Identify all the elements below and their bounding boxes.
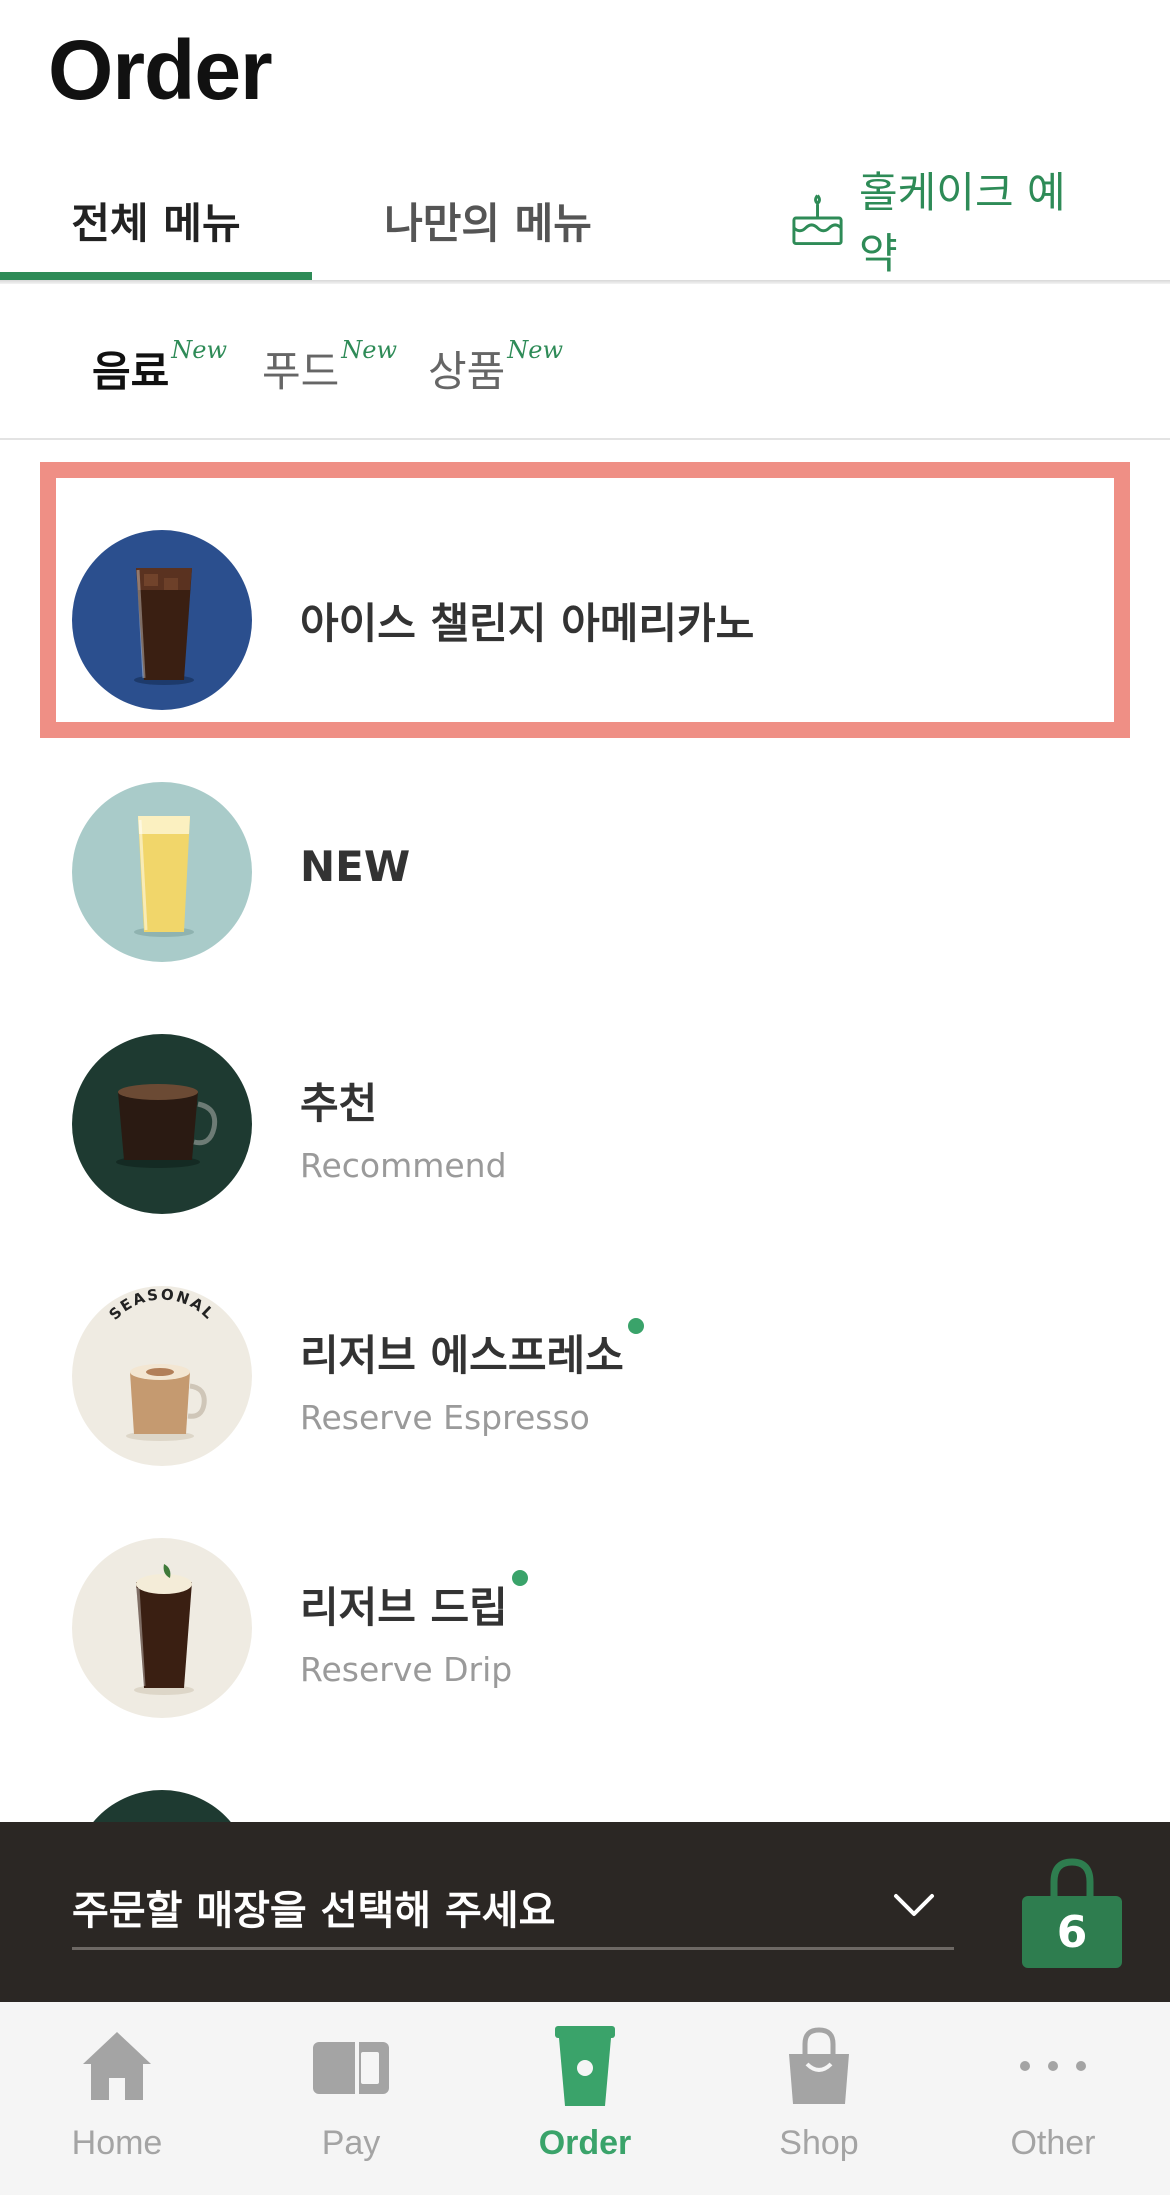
nav-label: Other	[1010, 2124, 1096, 2162]
category-label: 음료	[92, 347, 170, 396]
cup-icon	[555, 2026, 615, 2106]
reserve-espresso-thumbnail: SEASONAL	[72, 1286, 252, 1466]
nav-label: Shop	[779, 2124, 859, 2162]
new-dot	[627, 1318, 644, 1334]
menu-item-title: 리저브 에스프레소	[300, 1318, 644, 1383]
store-select-label: 주문할 매장을 선택해 주세요	[72, 1888, 556, 1934]
category-label: 상품	[428, 347, 506, 396]
page-title: Order	[48, 23, 273, 117]
nav-label: Pay	[321, 2124, 381, 2162]
category-tabs: 음료 New 푸드 New 상품 New	[0, 330, 1170, 430]
category-tab-goods[interactable]: 상품 New	[428, 330, 563, 410]
menu-item-title-text: 리저브 드립	[300, 1583, 508, 1632]
card-icon	[313, 2042, 389, 2094]
home-icon	[83, 2032, 151, 2100]
nav-order[interactable]: Order	[468, 2016, 702, 2186]
menu-item-subtitle: Reserve Drip	[300, 1650, 513, 1689]
new-badge: New	[341, 336, 398, 364]
top-tabs: 전체 메뉴 나만의 메뉴 홀케이크 예약	[0, 160, 1170, 282]
nav-shop[interactable]: Shop	[702, 2016, 936, 2186]
nav-other[interactable]: Other	[936, 2016, 1170, 2186]
store-select-dropdown[interactable]: 주문할 매장을 선택해 주세요	[72, 1878, 954, 1950]
new-dot	[511, 1570, 528, 1586]
cake-icon	[792, 194, 843, 246]
category-tab-drink[interactable]: 음료 New	[92, 330, 227, 410]
cart-count: 6	[1056, 1906, 1088, 1958]
seasonal-badge: SEASONAL	[105, 1286, 216, 1324]
tabs-divider	[0, 280, 1170, 284]
menu-item-title-text: 리저브 에스프레소	[300, 1331, 624, 1380]
menu-item-new[interactable]: NEW	[0, 746, 1170, 998]
category-label: 푸드	[262, 347, 340, 396]
tab-my-menu[interactable]: 나만의 메뉴	[340, 180, 636, 260]
svg-text:SEASONAL: SEASONAL	[105, 1286, 218, 1324]
menu-item-subtitle: Reserve Espresso	[300, 1398, 590, 1437]
active-tab-indicator	[0, 272, 312, 280]
reserve-drip-thumbnail	[72, 1538, 252, 1718]
nav-pay[interactable]: Pay	[234, 2016, 468, 2186]
menu-item-subtitle: Recommend	[300, 1146, 507, 1185]
store-select-bar: 주문할 매장을 선택해 주세요 6	[0, 1822, 1170, 2002]
bottom-nav: Home Pay Order Shop Other	[0, 2002, 1170, 2195]
menu-item-reserve-espresso[interactable]: SEASONAL 리저브 에스프레소 Reserve Espresso	[0, 1250, 1170, 1502]
nav-label: Home	[71, 2124, 163, 2162]
menu-item-title: 리저브 드립	[300, 1570, 528, 1635]
tab-all-menu[interactable]: 전체 메뉴	[0, 180, 312, 260]
cake-tab-label: 홀케이크 예약	[859, 168, 1066, 278]
category-tab-food[interactable]: 푸드 New	[262, 330, 397, 410]
menu-item-title: NEW	[300, 842, 411, 891]
category-divider	[0, 438, 1170, 440]
new-badge: New	[507, 336, 564, 364]
cart-button[interactable]: 6	[1022, 1852, 1122, 1972]
menu-item-recommend[interactable]: 추천 Recommend	[0, 998, 1170, 1250]
menu-item-reserve-drip[interactable]: 리저브 드립 Reserve Drip	[0, 1502, 1170, 1754]
nav-home[interactable]: Home	[0, 2016, 234, 2186]
menu-item-title: 추천	[300, 1079, 378, 1128]
nav-label: Order	[538, 2124, 632, 2162]
new-drink-thumbnail	[72, 782, 252, 962]
tab-cake-reservation[interactable]: 홀케이크 예약	[790, 168, 1100, 278]
recommend-coffee-thumbnail	[72, 1034, 252, 1214]
highlight-box	[40, 462, 1130, 738]
new-badge: New	[171, 336, 228, 364]
chevron-down-icon	[894, 1894, 934, 1916]
more-icon	[1020, 2061, 1086, 2071]
bag-icon	[789, 2027, 849, 2104]
